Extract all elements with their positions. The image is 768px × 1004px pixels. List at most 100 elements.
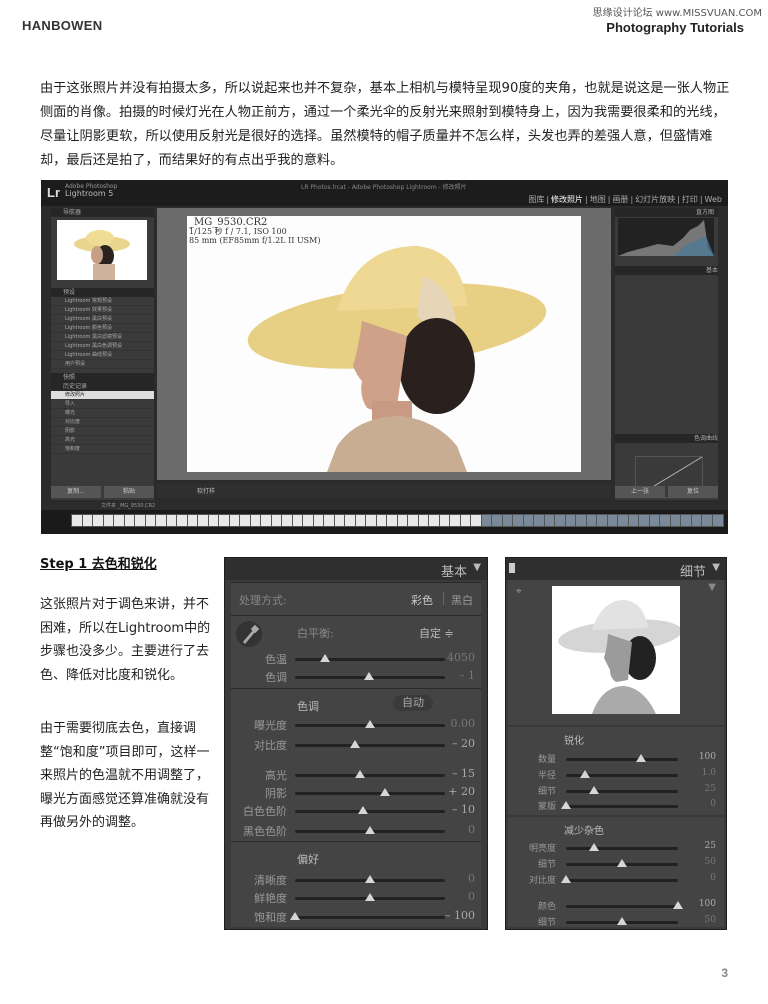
slider-track[interactable] [566,917,678,925]
target-icon[interactable]: ⌖ [516,586,522,597]
history-item[interactable]: 曝光 [51,409,154,418]
slider-thumb[interactable] [589,843,599,851]
slider-track[interactable] [566,859,678,867]
slider-value[interactable]: 50 [686,857,716,867]
slider-thumb[interactable] [290,912,300,920]
slider-track[interactable] [566,770,678,778]
slider-value[interactable]: 0 [435,890,475,903]
preset-item[interactable]: Lightroom 黑白色调预设 [51,342,154,351]
slider-thumb[interactable] [673,901,683,909]
slider-thumb[interactable] [354,770,365,778]
detail-preview-image[interactable] [552,586,680,714]
slider-value[interactable]: 50 [686,915,716,925]
history-item[interactable]: 修改照片 [51,391,154,400]
slider-thumb[interactable] [363,672,374,680]
slider-value[interactable]: 100 [686,899,716,909]
slider-value[interactable]: – 1 [435,669,475,682]
slider-thumb[interactable] [350,740,360,748]
slider-thumb[interactable] [365,720,375,728]
slider-value[interactable]: 0 [686,873,716,883]
slider-thumb[interactable] [617,917,627,925]
preset-item[interactable]: Lightroom 效果预设 [51,306,154,315]
slider-value[interactable]: 0 [435,823,475,836]
slider-thumb[interactable] [561,875,571,883]
treatment-bw-option[interactable]: 黑白 [451,592,473,608]
slider-thumb[interactable] [320,654,330,662]
slider-thumb[interactable] [561,801,571,809]
slider-track[interactable] [566,901,683,909]
slider-thumb[interactable] [380,788,390,796]
previous-button[interactable]: 上一张 [615,486,665,498]
slider-track[interactable] [295,826,445,834]
detail-panel-header[interactable]: 细节 ▼ [506,558,726,580]
module-tab[interactable]: 修改照片 [551,195,583,204]
module-tab[interactable]: 幻灯片放映 [635,195,675,204]
slider-value[interactable]: – 100 [435,909,475,922]
reset-button[interactable]: 复位 [668,486,718,498]
treatment-color-option[interactable]: 彩色 [411,592,433,608]
slider-thumb[interactable] [589,786,599,794]
collapse-triangle-icon[interactable]: ▼ [473,562,481,573]
slider-thumb[interactable] [636,754,647,762]
preset-item[interactable]: Lightroom 颜色预设 [51,324,154,333]
history-item[interactable]: 阴影 [51,427,154,436]
slider-track[interactable] [295,654,445,662]
history-item[interactable]: 导入 [51,400,154,409]
copy-button[interactable]: 复制... [51,486,101,498]
slider-track[interactable] [561,801,678,809]
slider-thumb[interactable] [365,826,375,834]
panel-presets[interactable]: 预设 [51,288,154,297]
slider-value[interactable]: – 15 [435,767,475,780]
history-item[interactable]: 对比度 [51,418,154,427]
slider-thumb[interactable] [365,893,375,901]
panel-switch-icon[interactable] [509,563,515,573]
white-balance-select[interactable]: 自定 ≑ [419,625,454,641]
slider-track[interactable] [290,912,445,920]
panel-snapshots[interactable]: 快照 [51,373,154,382]
module-tab[interactable]: 画册 [612,195,628,204]
main-photo[interactable]: _MG_9530.CR2 1/125 秒 f / 7.1, ISO 100 85… [187,216,581,472]
eyedropper-icon[interactable] [235,620,263,648]
softproof-label[interactable]: 软打样 [197,486,215,495]
slider-track[interactable] [295,893,445,901]
slider-thumb[interactable] [357,806,368,814]
slider-track[interactable] [561,875,678,883]
module-tab[interactable]: 图库 [528,195,544,204]
slider-value[interactable]: 0 [686,799,716,809]
slider-thumb[interactable] [580,770,591,778]
slider-value[interactable]: 100 [686,752,716,762]
panel-history[interactable]: 历史记录 [51,382,154,391]
filmstrip-thumbnail[interactable] [711,514,724,527]
slider-track[interactable] [295,740,445,748]
auto-tone-button[interactable]: 自动 [393,695,433,711]
preset-item[interactable]: 用户预设 [51,360,154,369]
slider-track[interactable] [295,875,445,883]
preset-item[interactable]: Lightroom 曲线预设 [51,351,154,360]
slider-value[interactable]: 25 [686,784,716,794]
slider-track[interactable] [566,754,678,762]
basic-panel-header[interactable]: 基本 ▼ [225,558,487,580]
slider-thumb[interactable] [365,875,375,883]
navigator-thumbnail[interactable] [57,220,147,280]
panel-basic[interactable]: 基本 [615,266,718,275]
collapse-triangle-icon[interactable]: ▼ [712,562,720,573]
preset-item[interactable]: Lightroom 黑白预设 [51,315,154,324]
panel-navigator[interactable]: 导航器 [51,208,154,217]
slider-value[interactable]: 0.00 [435,717,476,730]
preset-item[interactable]: Lightroom 常规预设 [51,297,154,306]
slider-track[interactable] [295,672,445,680]
slider-value[interactable]: 25 [686,841,716,851]
preset-item[interactable]: Lightroom 黑白滤镜预设 [51,333,154,342]
slider-value[interactable]: – 10 [435,803,475,816]
history-item[interactable]: 高光 [51,436,154,445]
slider-value[interactable]: 1.0 [686,768,716,778]
history-item[interactable]: 饱和度 [51,445,154,454]
module-tab[interactable]: 地图 [590,195,606,204]
preview-triangle-icon[interactable]: ▼ [708,582,716,593]
slider-thumb[interactable] [617,859,627,867]
slider-value[interactable]: – 20 [435,737,475,750]
slider-track[interactable] [295,788,445,796]
panel-tone-curve[interactable]: 色调曲线 [615,434,718,443]
slider-track[interactable] [566,843,678,851]
slider-track[interactable] [295,770,445,778]
